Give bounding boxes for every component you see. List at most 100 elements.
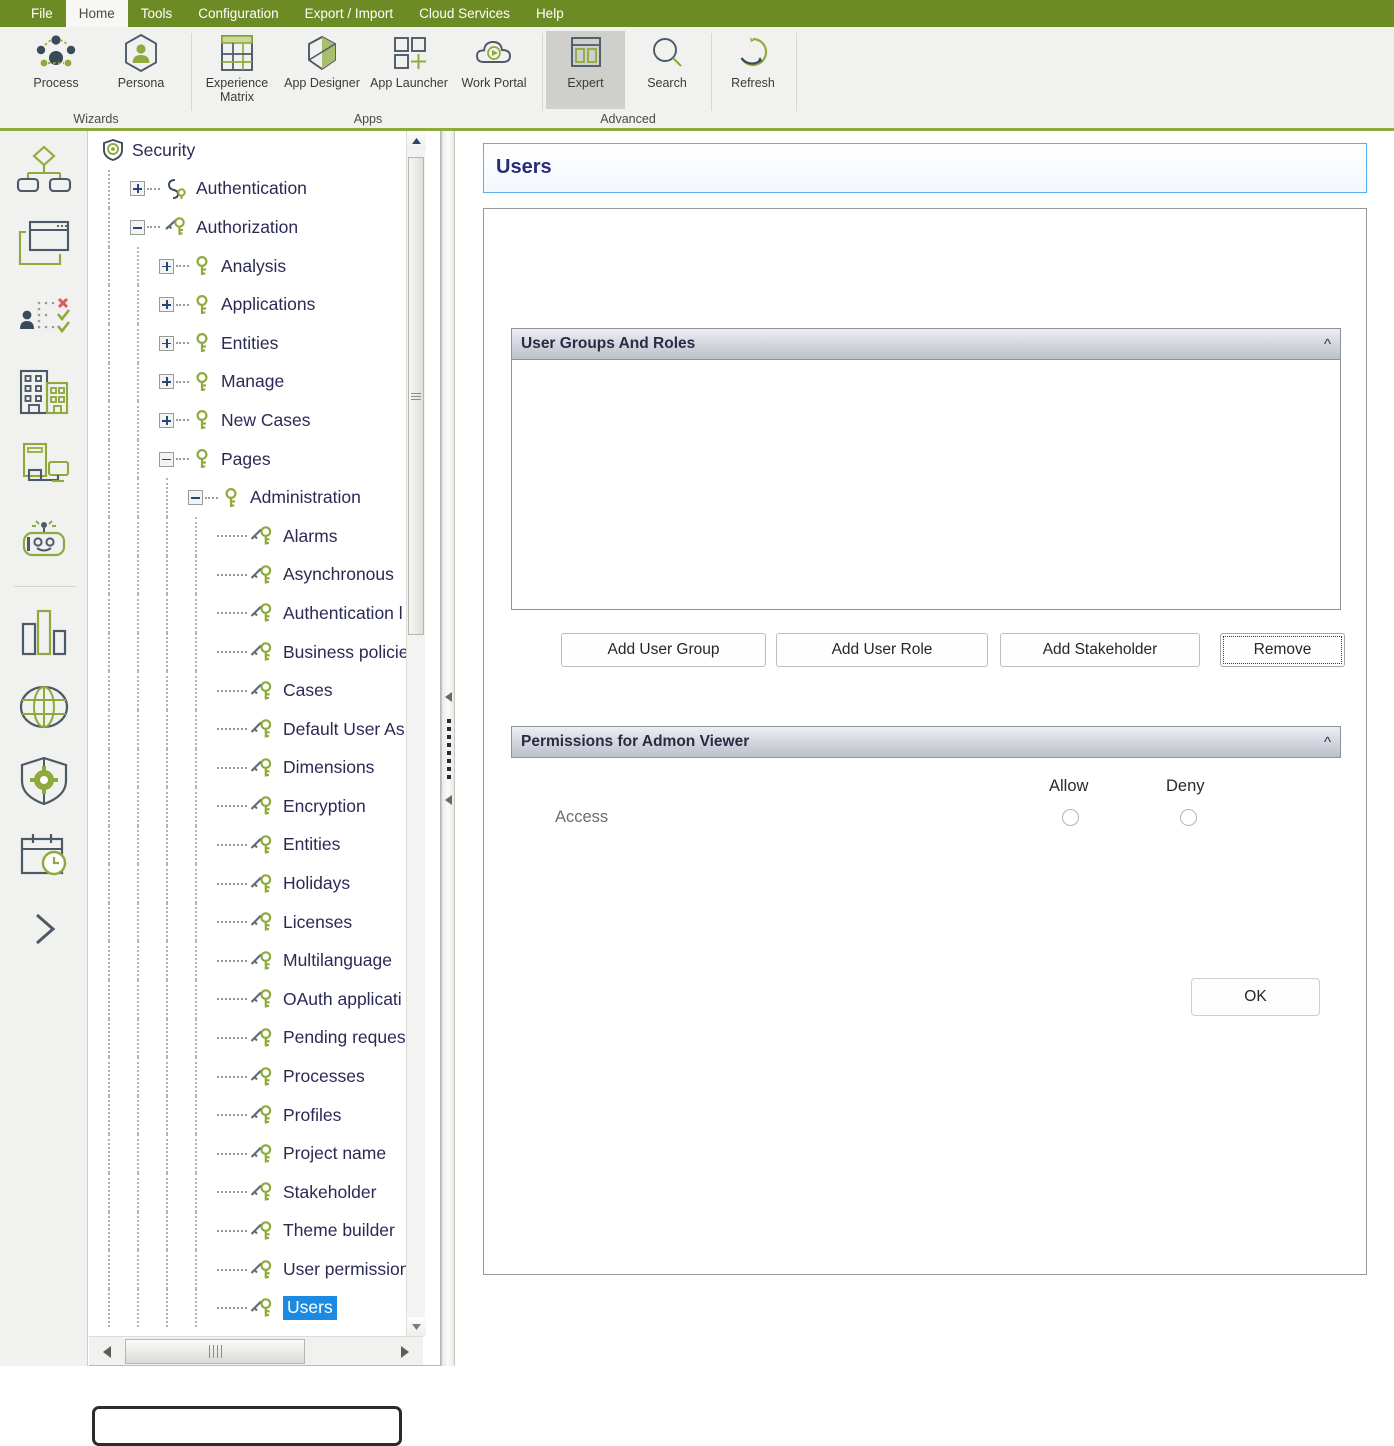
ribbon-button-persona[interactable]: Persona	[102, 31, 180, 90]
rail-item-bot[interactable]	[0, 505, 88, 579]
tree-node-label: Administration	[250, 487, 361, 508]
tree-node[interactable]: Theme builder	[89, 1211, 407, 1251]
tree-node[interactable]: Processes	[89, 1057, 407, 1096]
rail-item-process-diagram[interactable]	[0, 135, 88, 209]
tree-node[interactable]: Profiles	[89, 1095, 407, 1135]
ribbon-button-app-designer[interactable]: App Designer	[279, 31, 365, 90]
tree-node[interactable]: Users	[89, 1288, 407, 1328]
tree-node[interactable]: Stakeholder	[89, 1173, 407, 1212]
tab-file[interactable]: File	[18, 0, 66, 27]
add-user-group-button[interactable]: Add User Group	[561, 633, 766, 667]
tree-node[interactable]: Entities	[89, 323, 407, 363]
tree-node[interactable]: Licenses	[89, 902, 407, 942]
ribbon-button-work-portal[interactable]: Work Portal	[454, 31, 534, 90]
ribbon-button-app-launcher[interactable]: App Launcher	[366, 31, 452, 90]
section-header-user-groups-and-roles[interactable]: User Groups And Roles ^	[511, 328, 1341, 360]
tree-node[interactable]: Dimensions	[89, 748, 407, 788]
rail-item-organization[interactable]	[0, 357, 88, 431]
tree-node[interactable]: Holidays	[89, 864, 407, 903]
permissions-column-allow: Allow	[1049, 777, 1089, 795]
add-stakeholder-button[interactable]: Add Stakeholder	[1000, 633, 1200, 667]
tree-node[interactable]: Multilanguage	[89, 941, 407, 981]
rail-item-security[interactable]	[0, 746, 88, 820]
tree-expand-icon[interactable]	[159, 258, 174, 274]
tree-node[interactable]: Analysis	[89, 246, 407, 286]
scroll-left-arrow-icon[interactable]	[97, 1341, 118, 1362]
rail-item-calendar[interactable]	[0, 820, 88, 894]
ribbon-button-search[interactable]: Search	[629, 31, 705, 90]
tree-scrollbar-thumb[interactable]	[408, 157, 424, 635]
ribbon-button-expert[interactable]: Expert	[546, 31, 625, 109]
tree-horizontal-scrollbar[interactable]	[89, 1336, 423, 1365]
collapse-left-arrow-icon-2[interactable]	[444, 793, 454, 805]
scroll-right-arrow-icon[interactable]	[394, 1341, 415, 1362]
add-user-role-button[interactable]: Add User Role	[776, 633, 988, 667]
tree-node[interactable]: Project name	[89, 1134, 407, 1174]
chevron-up-double-icon[interactable]: ^	[1324, 336, 1331, 353]
ribbon-button-process[interactable]: Process	[14, 31, 98, 90]
tree-node[interactable]: OAuth applicati	[89, 980, 407, 1019]
remove-button[interactable]: Remove	[1220, 633, 1345, 667]
rail-item-user-assignment[interactable]	[0, 283, 88, 357]
scroll-down-arrow-icon[interactable]	[407, 1317, 426, 1336]
tree-node[interactable]: Manage	[89, 362, 407, 402]
ribbon-button-refresh[interactable]: Refresh	[713, 31, 793, 90]
tree-node-label: Business policie	[283, 641, 407, 662]
tree-collapse-icon[interactable]	[159, 451, 174, 467]
tree-node[interactable]: Entities	[89, 825, 407, 865]
tree-hscrollbar-thumb[interactable]	[125, 1339, 305, 1364]
tree-node[interactable]: Cases	[89, 671, 407, 710]
tree-guide-line	[166, 1057, 168, 1096]
tree-node[interactable]: Encryption	[89, 787, 407, 826]
rail-item-devices[interactable]	[0, 431, 88, 505]
tree-node[interactable]: Authorization	[89, 208, 407, 247]
tree-node-label: Stakeholder	[283, 1181, 377, 1202]
rail-item-forms[interactable]	[0, 209, 88, 283]
tree-node[interactable]: User permission	[89, 1250, 407, 1289]
double-key-icon	[249, 679, 276, 703]
tree-expand-icon[interactable]	[159, 412, 174, 428]
tree-node[interactable]: New Cases	[89, 401, 407, 440]
tab-cloud-services[interactable]: Cloud Services	[406, 0, 523, 27]
tree-expand-icon[interactable]	[159, 335, 174, 351]
permission-access-deny-radio[interactable]	[1180, 809, 1197, 826]
chevron-up-double-icon[interactable]: ^	[1324, 734, 1331, 751]
rail-item-analytics[interactable]	[0, 598, 88, 672]
collapse-left-arrow-icon[interactable]	[444, 690, 454, 702]
tree-vertical-scrollbar[interactable]	[406, 131, 426, 1336]
tree-guide-line	[137, 516, 139, 556]
tree-node[interactable]: Applications	[89, 285, 407, 324]
tree-collapse-icon[interactable]	[130, 219, 145, 235]
rail-item-globe[interactable]	[0, 672, 88, 746]
tree-node[interactable]: Business policie	[89, 632, 407, 672]
tab-export-import[interactable]: Export / Import	[292, 0, 407, 27]
tab-home[interactable]: Home	[65, 0, 128, 27]
tab-help[interactable]: Help	[523, 0, 577, 27]
scroll-up-arrow-icon[interactable]	[407, 131, 426, 150]
tree-node[interactable]: Authentication l	[89, 594, 407, 633]
tree-collapse-icon[interactable]	[188, 490, 203, 506]
pane-splitter[interactable]	[441, 131, 455, 1366]
tree-expand-icon[interactable]	[159, 297, 174, 313]
tab-configuration[interactable]: Configuration	[185, 0, 291, 27]
user-groups-and-roles-list[interactable]	[511, 360, 1341, 610]
permission-access-allow-radio[interactable]	[1062, 809, 1079, 826]
tree-node[interactable]: Default User As	[89, 709, 407, 749]
rail-item-expand[interactable]	[0, 894, 88, 968]
tree-node[interactable]: Asynchronous	[89, 555, 407, 595]
tree-node[interactable]: Alarms	[89, 516, 407, 556]
tree-expand-icon[interactable]	[130, 181, 145, 197]
section-header-permissions[interactable]: Permissions for Admon Viewer ^	[511, 726, 1341, 758]
tree-node[interactable]: Administration	[89, 478, 407, 517]
scrollbar-grip-icon	[207, 1343, 223, 1361]
ok-button[interactable]: OK	[1191, 978, 1320, 1016]
tab-tools[interactable]: Tools	[128, 0, 186, 27]
tree-node[interactable]: Pending reques	[89, 1018, 407, 1058]
ribbon-group-wizards-label: Wizards	[73, 112, 119, 126]
tree-scroll-viewport[interactable]: Security Authentication Authorization Analy…	[89, 131, 407, 1336]
tree-node[interactable]: Pages	[89, 439, 407, 479]
tree-node[interactable]: Authentication	[89, 169, 407, 209]
tree-node[interactable]: Security	[89, 131, 407, 170]
ribbon-button-experience-matrix[interactable]: Experience Matrix	[196, 31, 278, 104]
tree-expand-icon[interactable]	[159, 374, 174, 390]
